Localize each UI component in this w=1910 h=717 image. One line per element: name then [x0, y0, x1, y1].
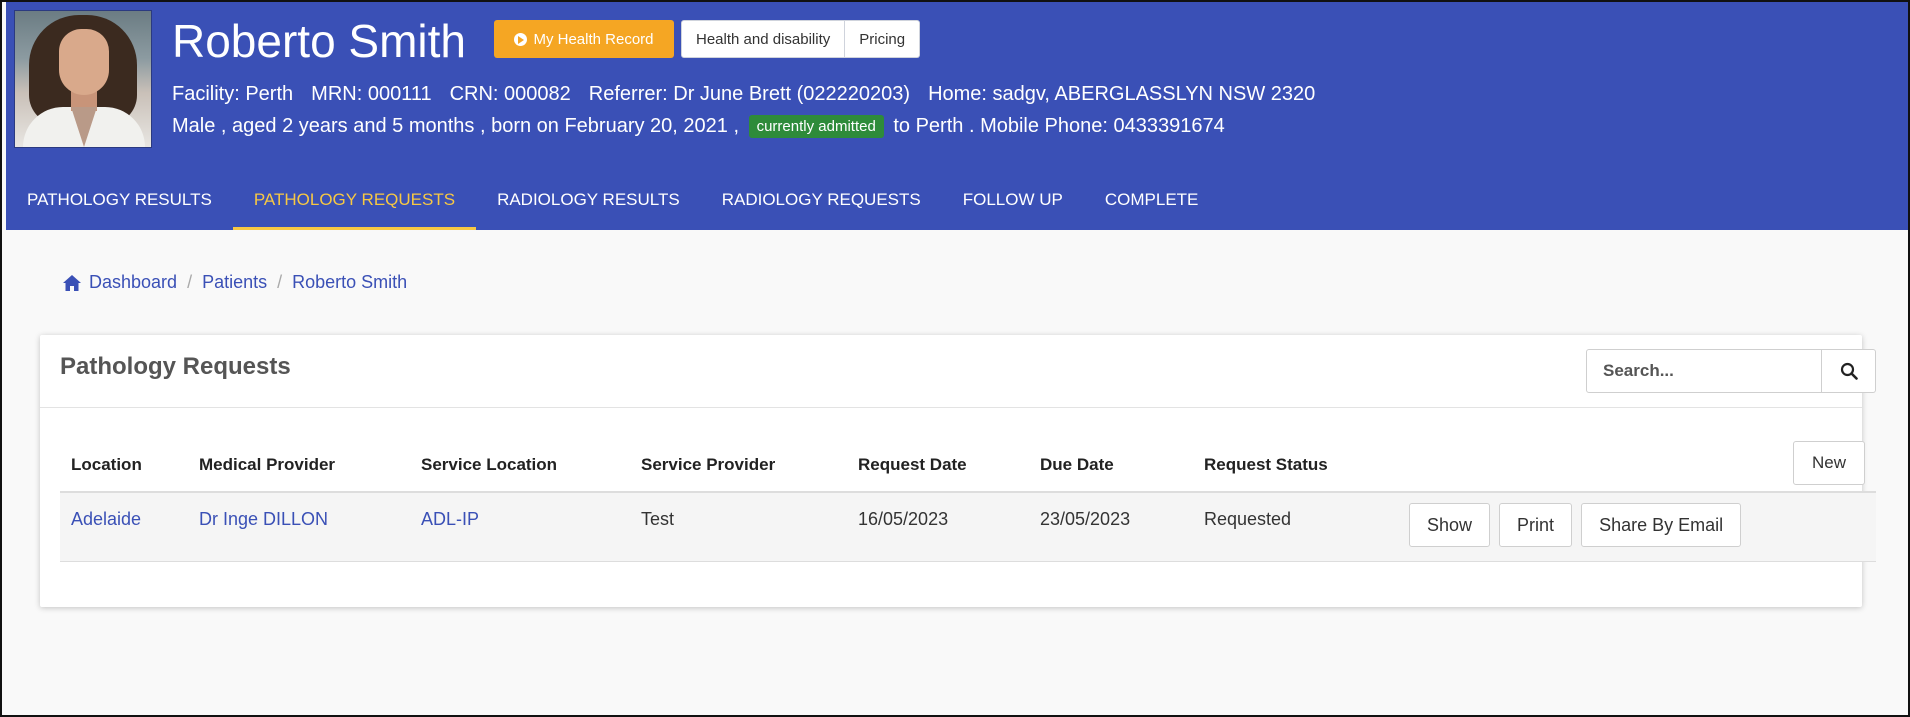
column-header-service-provider: Service Provider: [630, 455, 847, 493]
table-header-row: Location Medical Provider Service Locati…: [60, 455, 1876, 493]
mrn-text: MRN: 000111: [311, 83, 432, 105]
facility-text: Facility: Perth: [172, 83, 294, 105]
patient-avatar: [14, 10, 152, 148]
search-icon: [1840, 362, 1858, 380]
tab-bar: PATHOLOGY RESULTS PATHOLOGY REQUESTS RAD…: [6, 172, 1219, 230]
health-and-disability-button[interactable]: Health and disability: [681, 20, 846, 58]
breadcrumb: Dashboard / Patients / Roberto Smith: [62, 272, 407, 293]
cell-location[interactable]: Adelaide: [60, 492, 188, 562]
pathology-requests-panel: Pathology Requests New Location Medical …: [40, 335, 1876, 607]
cell-medical-provider[interactable]: Dr Inge DILLON: [188, 492, 410, 562]
breadcrumb-patients[interactable]: Patients: [202, 272, 267, 293]
admitted-status-badge: currently admitted: [748, 115, 884, 139]
pricing-button[interactable]: Pricing: [845, 20, 921, 58]
my-health-record-label: My Health Record: [533, 30, 654, 48]
table-row: Adelaide Dr Inge DILLON ADL-IP Test 16/0…: [60, 492, 1876, 562]
tab-pathology-results[interactable]: PATHOLOGY RESULTS: [6, 172, 233, 230]
print-button[interactable]: Print: [1499, 503, 1573, 547]
share-by-email-button[interactable]: Share By Email: [1581, 503, 1742, 547]
panel-divider: [40, 407, 1862, 408]
tab-follow-up[interactable]: FOLLOW UP: [942, 172, 1084, 230]
breadcrumb-current-patient: Roberto Smith: [292, 272, 408, 292]
column-header-service-location: Service Location: [410, 455, 630, 493]
header-button-group: Health and disability Pricing: [681, 20, 921, 58]
home-address-text: Home: sadgv, ABERGLASSLYN NSW 2320: [928, 83, 1316, 105]
cell-service-location[interactable]: ADL-IP: [410, 492, 630, 562]
requests-table: Location Medical Provider Service Locati…: [60, 455, 1876, 562]
panel-title: Pathology Requests: [60, 353, 291, 380]
column-header-due-date: Due Date: [1029, 455, 1193, 493]
my-health-record-button[interactable]: My Health Record: [494, 20, 674, 58]
demographics-text: Male , aged 2 years and 5 months , born …: [172, 115, 740, 137]
tab-radiology-requests[interactable]: RADIOLOGY REQUESTS: [701, 172, 942, 230]
search-button[interactable]: [1822, 349, 1876, 393]
column-header-request-date: Request Date: [847, 455, 1029, 493]
cell-service-provider: Test: [630, 492, 847, 562]
column-header-request-status: Request Status: [1193, 455, 1398, 493]
breadcrumb-dashboard[interactable]: Dashboard: [89, 272, 177, 293]
show-button[interactable]: Show: [1409, 503, 1491, 547]
tab-radiology-results[interactable]: RADIOLOGY RESULTS: [476, 172, 701, 230]
cell-request-date: 16/05/2023: [847, 492, 1029, 562]
cell-due-date: 23/05/2023: [1029, 492, 1193, 562]
search-group: [1586, 349, 1876, 393]
arrow-circle-icon: [514, 32, 528, 46]
column-header-medical-provider: Medical Provider: [188, 455, 410, 493]
referrer-text: Referrer: Dr June Brett (022220203): [588, 83, 911, 105]
tab-complete[interactable]: COMPLETE: [1084, 172, 1220, 230]
patient-info-line-2: Male , aged 2 years and 5 months , born …: [172, 115, 1225, 139]
search-input[interactable]: [1586, 349, 1822, 393]
column-header-location: Location: [60, 455, 188, 493]
patient-name: Roberto Smith: [172, 15, 467, 67]
app-frame: Roberto Smith My Health Record Health an…: [0, 0, 1910, 717]
patient-header: Roberto Smith My Health Record Health an…: [6, 2, 1908, 230]
patient-info-line-1: Facility: Perth MRN: 000111 CRN: 000082 Ref…: [172, 83, 1315, 106]
crn-text: CRN: 000082: [449, 83, 571, 105]
tab-pathology-requests[interactable]: PATHOLOGY REQUESTS: [232, 172, 477, 230]
location-phone-text: to Perth . Mobile Phone: 0433391674: [893, 115, 1225, 137]
cell-request-status: Requested: [1193, 492, 1398, 562]
cell-actions: Show Print Share By Email: [1398, 492, 1876, 562]
home-icon[interactable]: [62, 274, 82, 292]
